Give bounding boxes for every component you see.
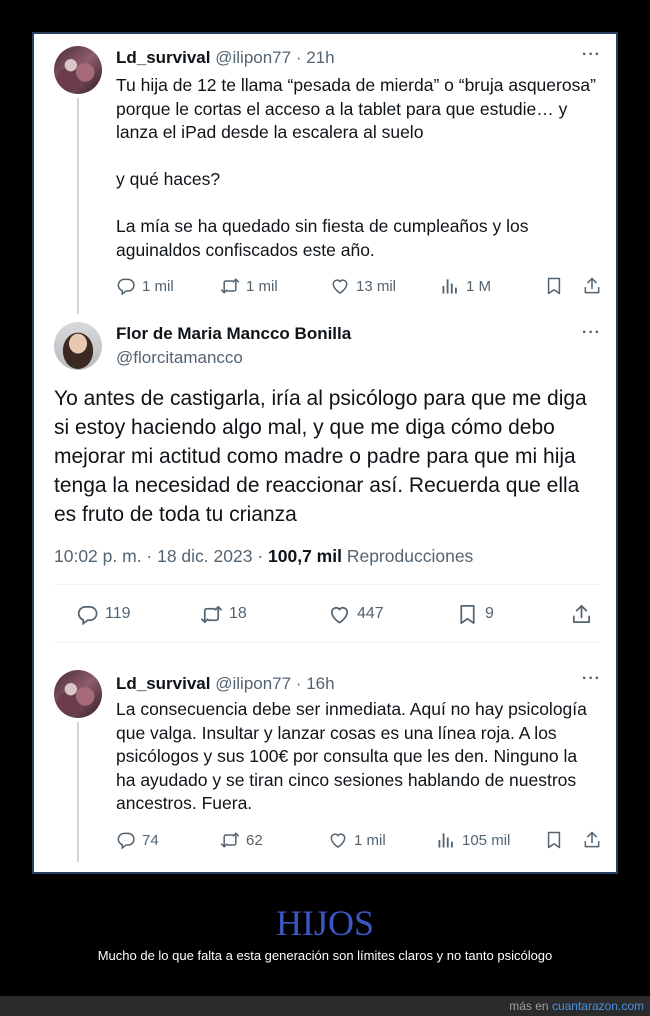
like-icon <box>330 276 350 296</box>
like-icon <box>328 603 351 626</box>
site-link[interactable]: cuantarazon.com <box>552 999 644 1013</box>
tweet-thread-screenshot: Ld_survival @ilipon77 · 21h ··· Tu hija … <box>32 32 618 874</box>
like-button[interactable]: 447 <box>328 602 384 626</box>
post-title: HIJOS <box>275 903 374 943</box>
more-icon[interactable]: ··· <box>582 325 600 346</box>
tweet-header: Ld_survival @ilipon77 · 16h <box>116 674 335 694</box>
retweet-count: 18 <box>229 605 247 622</box>
reply-button[interactable]: 119 <box>76 602 131 626</box>
tweet-text: Yo antes de castigarla, iría al psicólog… <box>54 387 587 526</box>
retweet-count: 1 mil <box>246 277 278 295</box>
bookmark-icon <box>544 276 564 296</box>
thread-connector <box>77 98 79 314</box>
reply-icon <box>116 276 136 296</box>
separator: · <box>291 48 307 67</box>
post-subtitle: Mucho de lo que falta a esta generación … <box>97 948 553 963</box>
views-button[interactable]: 1 M <box>440 274 491 298</box>
tweet-actions: 74 62 1 mil 105 mil <box>116 828 600 852</box>
avatar[interactable] <box>54 322 102 370</box>
tweet-text: Tu hija de 12 te llama “pesada de mierda… <box>116 74 596 262</box>
author-handle[interactable]: @florcitamancco <box>116 348 243 368</box>
thread-connector <box>77 722 79 862</box>
reply-count: 1 mil <box>142 277 174 295</box>
avatar[interactable] <box>54 46 102 94</box>
tweet-actions: 1 mil 1 mil 13 mil 1 M <box>116 274 600 298</box>
tweet-actions: 119 18 447 9 <box>54 602 600 628</box>
reply-icon <box>116 830 136 850</box>
retweet-count: 62 <box>246 831 263 849</box>
retweet-button[interactable]: 1 mil <box>220 274 278 298</box>
tweet-paragraph: Tu hija de 12 te llama “pesada de mierda… <box>116 75 596 142</box>
tweet-timestamp[interactable]: 10:02 p. m. · 18 dic. 2023 · <box>54 546 268 566</box>
views-icon <box>440 276 460 296</box>
share-icon <box>582 830 602 850</box>
like-icon <box>328 830 348 850</box>
bookmark-button[interactable] <box>544 274 564 298</box>
share-button[interactable] <box>582 828 602 852</box>
author-handle[interactable]: @ilipon77 <box>215 674 291 693</box>
views-label: Reproducciones <box>341 546 474 566</box>
retweet-button[interactable]: 18 <box>200 602 247 626</box>
retweet-button[interactable]: 62 <box>220 828 263 852</box>
tweet-time[interactable]: 21h <box>306 48 334 67</box>
share-button[interactable] <box>582 274 602 298</box>
tweet-time[interactable]: 16h <box>306 674 334 693</box>
avatar[interactable] <box>54 670 102 718</box>
retweet-icon <box>220 830 240 850</box>
reply-button[interactable]: 74 <box>116 828 159 852</box>
like-count: 1 mil <box>354 831 386 849</box>
like-count: 447 <box>357 605 384 622</box>
separator: · <box>291 674 307 693</box>
more-icon[interactable]: ··· <box>582 47 600 68</box>
credit-prefix: más en <box>509 999 552 1013</box>
views-count: 1 M <box>466 277 492 295</box>
retweet-icon <box>220 276 240 296</box>
share-icon <box>582 276 602 296</box>
views-button[interactable]: 105 mil <box>436 828 510 852</box>
bookmark-icon <box>544 830 564 850</box>
retweet-icon <box>200 603 223 626</box>
bookmark-count: 9 <box>485 605 494 622</box>
views-icon <box>436 830 456 850</box>
more-icon[interactable]: ··· <box>582 671 600 692</box>
author-name[interactable]: Ld_survival <box>116 674 211 693</box>
like-count: 13 mil <box>356 277 397 295</box>
reply-button[interactable]: 1 mil <box>116 274 174 298</box>
reply-icon <box>76 603 99 626</box>
bookmark-button[interactable] <box>544 828 564 852</box>
divider <box>54 584 600 585</box>
views-count: 105 mil <box>462 831 511 849</box>
bookmark-button[interactable]: 9 <box>456 602 494 626</box>
tweet-header: Ld_survival @ilipon77 · 21h <box>116 48 335 68</box>
divider <box>54 642 600 643</box>
tweet-meta: 10:02 p. m. · 18 dic. 2023 · 100,7 mil R… <box>54 546 473 567</box>
author-name[interactable]: Ld_survival <box>116 48 211 67</box>
site-credit: más en cuantarazon.com <box>509 999 644 1013</box>
like-button[interactable]: 13 mil <box>330 274 396 298</box>
author-handle[interactable]: @ilipon77 <box>215 48 291 67</box>
tweet-paragraph: La mía se ha quedado sin fiesta de cumpl… <box>116 216 529 260</box>
reply-count: 119 <box>105 605 131 622</box>
like-button[interactable]: 1 mil <box>328 828 386 852</box>
tweet-text: La consecuencia debe ser inmediata. Aquí… <box>116 699 587 813</box>
author-name[interactable]: Flor de Maria Mancco Bonilla <box>116 324 351 344</box>
reply-count: 74 <box>142 831 159 849</box>
tweet-paragraph: y qué haces? <box>116 169 221 189</box>
views-count: 100,7 mil <box>268 546 342 566</box>
share-button[interactable] <box>570 602 593 626</box>
share-icon <box>570 603 593 626</box>
bookmark-icon <box>456 603 479 626</box>
